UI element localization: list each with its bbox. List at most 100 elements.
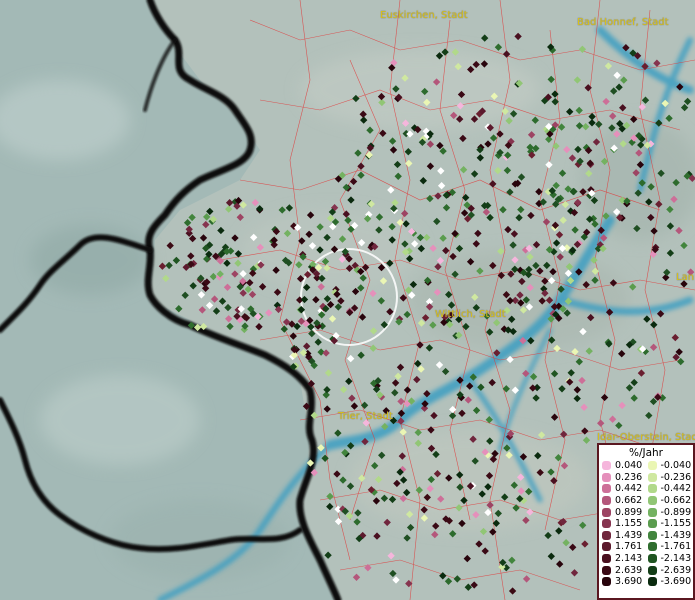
measurement-point[interactable] — [391, 379, 400, 387]
measurement-point[interactable] — [437, 167, 445, 175]
measurement-point[interactable] — [557, 285, 565, 293]
measurement-point[interactable] — [387, 186, 395, 194]
measurement-point[interactable] — [421, 87, 429, 96]
measurement-point[interactable] — [426, 194, 434, 203]
measurement-point[interactable] — [255, 323, 263, 331]
measurement-point[interactable] — [187, 321, 196, 330]
measurement-point[interactable] — [582, 123, 590, 131]
measurement-point[interactable] — [210, 295, 219, 303]
measurement-point[interactable] — [632, 169, 640, 177]
measurement-point[interactable] — [634, 189, 642, 197]
measurement-point[interactable] — [650, 227, 658, 235]
measurement-point[interactable] — [486, 328, 494, 336]
measurement-point[interactable] — [312, 296, 320, 304]
measurement-point[interactable] — [349, 177, 358, 186]
measurement-point[interactable] — [578, 376, 586, 385]
measurement-point[interactable] — [489, 455, 498, 463]
measurement-point[interactable] — [316, 223, 324, 231]
measurement-point[interactable] — [458, 519, 466, 528]
measurement-point[interactable] — [391, 389, 399, 397]
measurement-point[interactable] — [629, 283, 637, 291]
measurement-point[interactable] — [511, 256, 519, 264]
measurement-point[interactable] — [359, 274, 367, 282]
measurement-point[interactable] — [641, 62, 649, 71]
measurement-point[interactable] — [505, 117, 513, 125]
measurement-point[interactable] — [426, 484, 434, 493]
measurement-point[interactable] — [665, 114, 673, 122]
measurement-point[interactable] — [456, 102, 465, 110]
measurement-point[interactable] — [414, 439, 422, 447]
measurement-point[interactable] — [470, 170, 479, 178]
measurement-point[interactable] — [509, 241, 517, 249]
measurement-point[interactable] — [401, 119, 410, 127]
measurement-point[interactable] — [558, 169, 567, 177]
measurement-point[interactable] — [445, 290, 453, 299]
measurement-point[interactable] — [344, 216, 352, 224]
measurement-point[interactable] — [637, 141, 645, 149]
measurement-point[interactable] — [223, 283, 232, 291]
measurement-point[interactable] — [298, 237, 306, 245]
measurement-point[interactable] — [393, 479, 401, 488]
measurement-point[interactable] — [426, 162, 435, 170]
measurement-point[interactable] — [236, 213, 244, 221]
measurement-point[interactable] — [600, 234, 608, 242]
measurement-point[interactable] — [358, 313, 367, 321]
measurement-point[interactable] — [334, 429, 342, 437]
measurement-point[interactable] — [508, 556, 516, 564]
measurement-point[interactable] — [379, 129, 387, 137]
map-view[interactable]: Euskirchen, Stadt Bad Honnef, Stadt Witt… — [0, 0, 695, 600]
measurement-point[interactable] — [316, 246, 324, 254]
measurement-point[interactable] — [476, 267, 484, 275]
measurement-point[interactable] — [544, 531, 552, 540]
measurement-point[interactable] — [506, 188, 514, 196]
measurement-point[interactable] — [451, 270, 459, 278]
measurement-point[interactable] — [278, 206, 286, 214]
measurement-point[interactable] — [303, 283, 311, 292]
measurement-point[interactable] — [479, 527, 488, 536]
measurement-point[interactable] — [250, 233, 258, 242]
measurement-point[interactable] — [158, 262, 167, 270]
measurement-point[interactable] — [556, 560, 564, 568]
measurement-point[interactable] — [475, 540, 483, 548]
measurement-point[interactable] — [618, 401, 626, 410]
measurement-point[interactable] — [411, 240, 419, 248]
measurement-point[interactable] — [463, 554, 471, 563]
measurement-point[interactable] — [653, 59, 661, 67]
measurement-point[interactable] — [522, 575, 531, 583]
measurement-point[interactable] — [615, 83, 623, 91]
measurement-point[interactable] — [478, 490, 486, 498]
measurement-point[interactable] — [503, 444, 511, 452]
measurement-point[interactable] — [620, 76, 628, 84]
measurement-point[interactable] — [519, 306, 528, 314]
measurement-point[interactable] — [346, 482, 355, 490]
measurement-point[interactable] — [197, 291, 206, 299]
measurement-point[interactable] — [239, 201, 247, 209]
measurement-point[interactable] — [354, 149, 362, 157]
measurement-point[interactable] — [591, 267, 599, 275]
measurement-point[interactable] — [317, 444, 325, 452]
measurement-point[interactable] — [526, 508, 534, 516]
measurement-point[interactable] — [399, 476, 408, 484]
measurement-point[interactable] — [433, 470, 442, 478]
measurement-point[interactable] — [613, 71, 621, 79]
measurement-point[interactable] — [545, 135, 553, 143]
measurement-point[interactable] — [485, 472, 494, 480]
measurement-point[interactable] — [471, 293, 479, 301]
measurement-point[interactable] — [457, 90, 466, 99]
measurement-point[interactable] — [641, 96, 650, 104]
measurement-point[interactable] — [469, 373, 477, 381]
measurement-point[interactable] — [510, 230, 519, 238]
measurement-point[interactable] — [449, 530, 457, 538]
measurement-point[interactable] — [369, 289, 377, 298]
measurement-point[interactable] — [450, 111, 458, 120]
measurement-point[interactable] — [326, 300, 335, 309]
measurement-point[interactable] — [162, 274, 170, 283]
measurement-point[interactable] — [574, 145, 582, 154]
measurement-point[interactable] — [671, 333, 679, 342]
measurement-point[interactable] — [456, 483, 464, 491]
measurement-point[interactable] — [427, 426, 435, 434]
measurement-point[interactable] — [579, 188, 587, 196]
measurement-point[interactable] — [502, 385, 510, 393]
measurement-point[interactable] — [563, 145, 571, 154]
measurement-point[interactable] — [517, 487, 525, 495]
